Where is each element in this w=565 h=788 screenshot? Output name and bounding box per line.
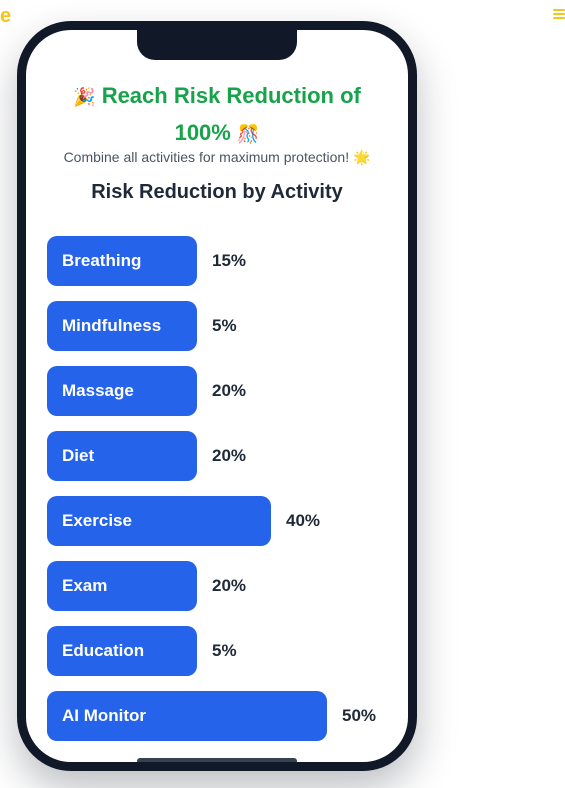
party-popper-icon: 🎉 <box>73 87 96 107</box>
bar-value-label: 50% <box>342 706 377 725</box>
bar-row: AI Monitor 50% <box>47 691 376 741</box>
menu-line <box>553 9 565 11</box>
chart-title: Risk Reduction by Activity <box>91 181 343 203</box>
bar-massage[interactable]: Massage <box>47 366 197 416</box>
bar-ai-monitor[interactable]: AI Monitor <box>47 691 327 741</box>
bar-row: Massage 20% <box>47 366 246 416</box>
bar-value-label: 20% <box>212 381 247 400</box>
bar-row: Exercise 40% <box>47 496 320 546</box>
bar-value-label: 20% <box>212 446 247 465</box>
bar-row: Mindfulness 5% <box>47 301 237 351</box>
phone-screen: 🎉 Reach Risk Reduction of 100% 🎊 Combine… <box>26 30 408 762</box>
hamburger-menu-icon[interactable] <box>553 9 565 19</box>
headline: 🎉 Reach Risk Reduction of 100% 🎊 <box>46 78 388 152</box>
menu-line <box>553 17 565 19</box>
phone-notch <box>137 30 297 60</box>
bar-diet[interactable]: Diet <box>47 431 197 481</box>
headline-text: Reach Risk Reduction of 100% <box>101 83 361 145</box>
subtitle-text: Combine all activities for maximum prote… <box>63 149 350 165</box>
bar-row: Education 5% <box>47 626 237 676</box>
edge-logo-fragment: e <box>0 5 12 27</box>
phone-frame: 🎉 Reach Risk Reduction of 100% 🎊 Combine… <box>17 21 417 771</box>
bar-education[interactable]: Education <box>47 626 197 676</box>
bar-breathing[interactable]: Breathing <box>47 236 197 286</box>
bar-row: Exam 20% <box>47 561 246 611</box>
bar-value-label: 15% <box>212 251 247 270</box>
celebration-icon: 🎊 <box>236 124 260 144</box>
subtitle: Combine all activities for maximum prote… <box>36 147 398 167</box>
bar-value-label: 20% <box>212 576 247 595</box>
bar-value-label: 5% <box>212 316 237 335</box>
bar-exam[interactable]: Exam <box>47 561 197 611</box>
bar-row: Diet 20% <box>47 431 246 481</box>
bar-exercise[interactable]: Exercise <box>47 496 271 546</box>
star-icon: 🌟 <box>353 149 371 165</box>
bar-mindfulness[interactable]: Mindfulness <box>47 301 197 351</box>
home-indicator <box>137 758 297 762</box>
bar-value-label: 40% <box>286 511 321 530</box>
bar-row: Breathing 15% <box>47 236 246 286</box>
menu-line <box>553 13 565 15</box>
bar-value-label: 5% <box>212 641 237 660</box>
